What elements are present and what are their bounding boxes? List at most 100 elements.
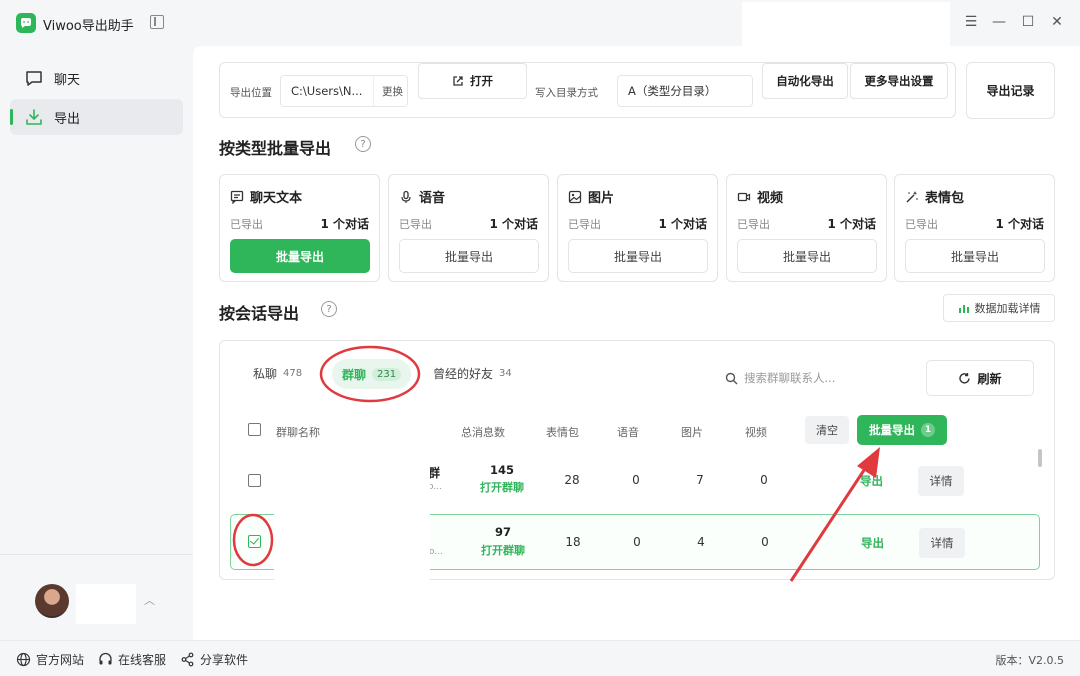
sticker-count: 18	[565, 535, 581, 549]
batch-export-sticker-button[interactable]: 批量导出	[905, 239, 1045, 273]
minimize-icon[interactable]: —	[991, 14, 1007, 30]
share-icon	[181, 652, 194, 667]
title-bar: Viwoo导出助手 ☰ — ☐ ✕	[0, 0, 1080, 46]
tab-private-chat[interactable]: 私聊 478	[253, 365, 302, 382]
sidebar-item-export[interactable]: 导出	[10, 99, 183, 135]
tab-group-chat[interactable]: 群聊 231	[332, 359, 412, 389]
batch-export-chat-text-button[interactable]: 批量导出	[230, 239, 370, 273]
refresh-label: 刷新	[977, 371, 1002, 386]
auto-export-button[interactable]: 自动化导出	[762, 63, 848, 99]
export-row-button[interactable]: 导出	[860, 473, 883, 489]
tab-count: 478	[283, 368, 303, 379]
tab-count: 34	[499, 368, 512, 379]
tab-label: 群聊	[342, 367, 367, 382]
help-icon[interactable]: ?	[321, 301, 337, 317]
redacted-area	[742, 2, 950, 46]
open-group-link[interactable]: 打开群聊	[473, 542, 533, 558]
export-path-field[interactable]: C:\Users\N... 更换	[280, 75, 408, 107]
batch-export-voice-button[interactable]: 批量导出	[399, 239, 539, 273]
exported-label: 已导出	[399, 218, 432, 231]
video-icon	[737, 192, 751, 201]
open-folder-label: 打开	[470, 74, 493, 88]
more-export-settings-button[interactable]: 更多导出设置	[850, 63, 948, 99]
exported-label: 已导出	[905, 218, 938, 231]
image-count: 4	[697, 535, 705, 549]
app-logo-icon	[16, 13, 36, 33]
row-checkbox[interactable]	[248, 535, 261, 548]
exported-count: 1 个对话	[827, 217, 876, 231]
image-icon	[568, 190, 582, 203]
batch-export-video-button[interactable]: 批量导出	[737, 239, 877, 273]
open-group-link[interactable]: 打开群聊	[472, 479, 532, 495]
batch-export-image-button[interactable]: 批量导出	[568, 239, 708, 273]
bar-chart-icon	[958, 305, 969, 313]
type-card-sticker: 表情包 已导出 1 个对话 批量导出	[894, 174, 1055, 282]
tab-label: 曾经的好友	[433, 367, 494, 381]
write-mode-label: 写入目录方式	[535, 87, 598, 99]
redacted-group-names	[274, 460, 430, 596]
exported-label: 已导出	[568, 218, 601, 231]
data-load-detail-label: 数据加载详情	[974, 302, 1041, 315]
share-software-label: 分享软件	[200, 653, 249, 667]
select-all-checkbox[interactable]	[248, 423, 261, 436]
write-mode-select[interactable]: A（类型分目录）	[617, 75, 753, 107]
column-header-video: 视频	[745, 426, 767, 439]
video-count: 0	[760, 473, 768, 487]
exported-count: 1 个对话	[995, 217, 1044, 231]
export-row-button[interactable]: 导出	[861, 535, 884, 551]
online-support-link[interactable]: 在线客服	[98, 651, 166, 668]
voice-count: 0	[633, 535, 641, 549]
selected-count-badge: 1	[921, 423, 935, 437]
export-toolbar: 导出位置 C:\Users\N... 更换 打开 写入目录方式 A（类型分目录）…	[219, 62, 956, 118]
sidebar-item-label: 导出	[54, 111, 81, 127]
type-card-label: 聊天文本	[250, 191, 303, 206]
type-card-label: 图片	[588, 191, 615, 206]
scrollbar[interactable]	[1038, 449, 1042, 467]
row-checkbox[interactable]	[248, 474, 261, 487]
sidebar-divider	[0, 554, 193, 555]
footer: 官方网站 在线客服 分享软件 版本：V2.0.5	[0, 640, 1080, 676]
type-section-title: 按类型批量导出	[219, 139, 332, 158]
exported-count: 1 个对话	[489, 217, 538, 231]
sidebar-item-chat[interactable]: 聊天	[10, 60, 183, 96]
video-count: 0	[761, 535, 769, 549]
avatar[interactable]	[35, 584, 69, 618]
sticker-count: 28	[564, 473, 580, 487]
chevron-up-icon[interactable]: ︿	[144, 592, 155, 608]
exported-label: 已导出	[737, 218, 770, 231]
export-location-label: 导出位置	[230, 87, 272, 99]
refresh-icon	[959, 372, 971, 384]
session-section-title: 按会话导出	[219, 304, 300, 323]
close-icon[interactable]: ✕	[1049, 14, 1065, 30]
refresh-button[interactable]: 刷新	[926, 360, 1034, 396]
help-icon[interactable]: ?	[355, 136, 371, 152]
type-card-label: 视频	[757, 191, 784, 206]
share-software-link[interactable]: 分享软件	[180, 651, 248, 668]
tab-count: 231	[372, 367, 402, 381]
menu-icon[interactable]: ☰	[963, 14, 979, 30]
batch-export-label: 批量导出	[869, 423, 915, 437]
data-load-detail-button[interactable]: 数据加载详情	[943, 294, 1055, 322]
official-website-link[interactable]: 官方网站	[16, 651, 84, 668]
total-messages: 145	[489, 463, 514, 477]
sidebar-collapse-icon[interactable]	[150, 15, 164, 29]
type-card-voice: 语音 已导出 1 个对话 批量导出	[388, 174, 549, 282]
group-id: o...	[429, 547, 443, 557]
globe-icon	[16, 652, 31, 667]
column-header-name: 群聊名称	[276, 426, 320, 439]
clear-selection-button[interactable]: 清空	[805, 416, 849, 444]
column-header-image: 图片	[681, 426, 703, 439]
type-card-label: 语音	[419, 191, 446, 206]
exported-count: 1 个对话	[658, 217, 707, 231]
detail-button[interactable]: 详情	[918, 466, 964, 496]
official-website-label: 官方网站	[36, 653, 85, 667]
change-path-button[interactable]: 更换	[373, 76, 403, 106]
export-log-button[interactable]: 导出记录	[966, 62, 1055, 119]
headset-icon	[99, 652, 112, 665]
batch-export-button[interactable]: 批量导出 1	[857, 415, 947, 445]
detail-button[interactable]: 详情	[919, 528, 965, 558]
search-input[interactable]: 搜索群聊联系人...	[717, 361, 913, 395]
maximize-icon[interactable]: ☐	[1020, 14, 1036, 30]
tab-former-friends[interactable]: 曾经的好友 34	[433, 365, 512, 382]
open-folder-button[interactable]: 打开	[418, 63, 527, 99]
